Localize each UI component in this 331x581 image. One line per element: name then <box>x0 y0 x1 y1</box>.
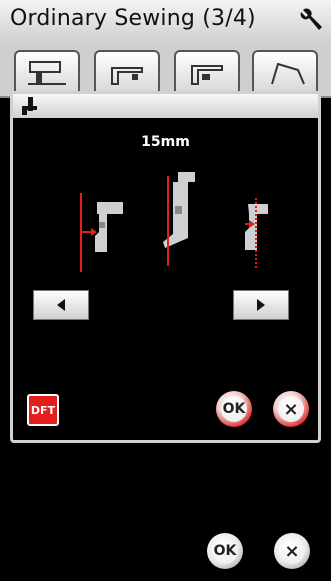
foot-left-position-icon <box>80 193 123 272</box>
dialog-header <box>13 94 318 118</box>
wrench-icon[interactable] <box>297 6 325 34</box>
dialog-cancel-button[interactable]: × <box>273 391 309 427</box>
dialog-ok-button[interactable]: OK <box>216 391 252 427</box>
sewing-machine-icon <box>28 61 66 85</box>
tab-sewing-machine[interactable] <box>14 50 80 92</box>
move-right-button[interactable] <box>233 290 289 320</box>
tab-presser-foot[interactable] <box>94 50 160 92</box>
thread-tension-icon <box>271 62 305 85</box>
triangle-right-icon <box>257 299 265 311</box>
default-button[interactable]: DFT <box>27 394 59 426</box>
needle-position-icon <box>22 97 37 115</box>
position-value: 15mm <box>141 134 190 150</box>
needle-position-dialog: 15mm DFT OK × <box>10 91 321 443</box>
triangle-left-icon <box>57 299 65 311</box>
foot-center-position-icon <box>163 172 195 266</box>
needle-position-icon <box>191 65 223 85</box>
footer-ok-button[interactable]: OK <box>207 533 243 569</box>
presser-foot-icon <box>111 67 143 85</box>
tab-bar <box>0 44 331 98</box>
move-left-button[interactable] <box>33 290 89 320</box>
ok-label: OK <box>213 543 237 559</box>
foot-right-position-icon <box>245 198 268 270</box>
tab-needle-position[interactable] <box>174 50 240 92</box>
cancel-x-icon: × <box>284 540 300 562</box>
tab-thread-tension[interactable] <box>252 50 318 92</box>
footer-cancel-button[interactable]: × <box>274 533 310 569</box>
title-bar: Ordinary Sewing (3/4) <box>0 0 331 44</box>
ok-label: OK <box>222 401 246 417</box>
page-title: Ordinary Sewing (3/4) <box>10 6 256 31</box>
cancel-x-icon: × <box>283 398 299 420</box>
